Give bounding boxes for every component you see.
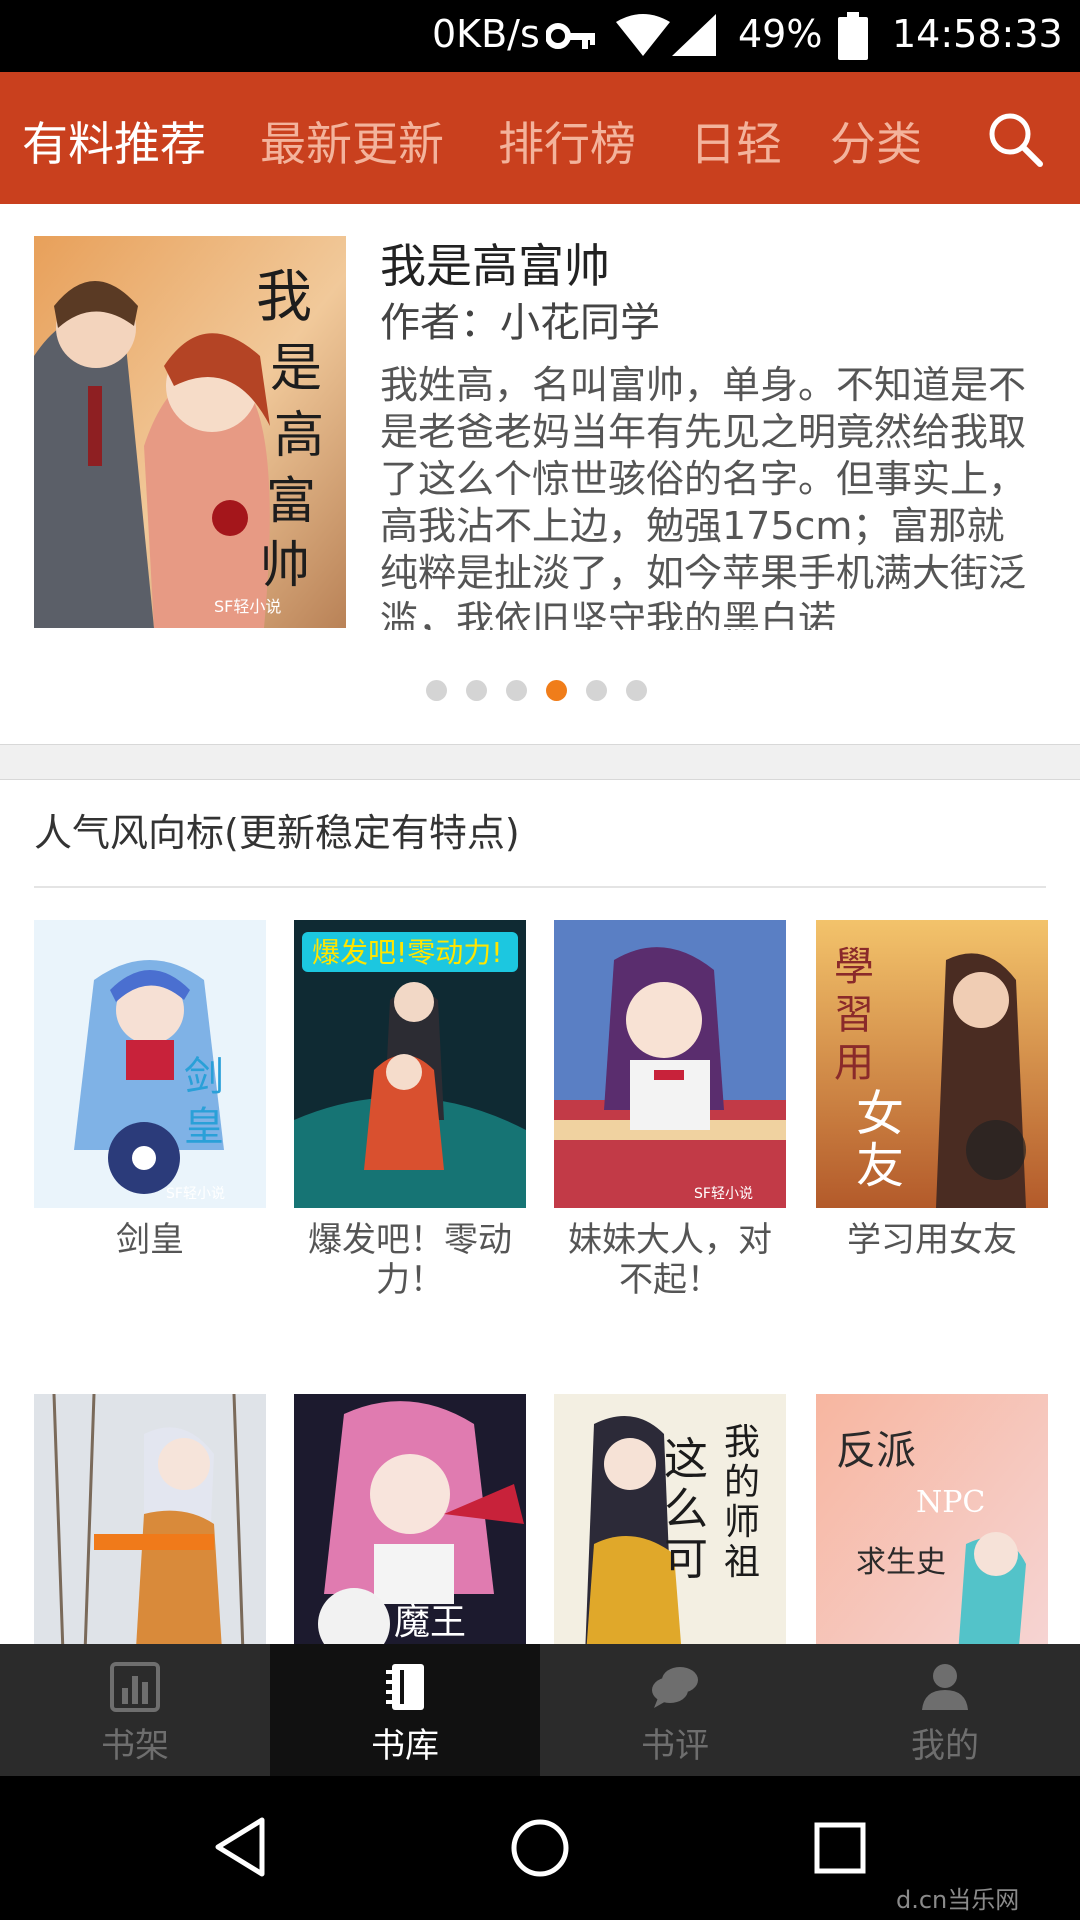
home-icon[interactable] bbox=[510, 1818, 570, 1878]
book-title[interactable]: 学习用女友 bbox=[816, 1220, 1048, 1260]
wifi-icon bbox=[616, 14, 670, 56]
svg-text:皇: 皇 bbox=[184, 1104, 224, 1150]
svg-text:我: 我 bbox=[256, 265, 312, 330]
tab-profile[interactable]: 我的 bbox=[810, 1644, 1080, 1776]
book-cover[interactable]: 反派 NPC 求生史 bbox=[816, 1394, 1048, 1644]
top-nav: 有料推荐 最新更新 排行榜 日轻 分类 bbox=[0, 72, 1080, 204]
svg-text:富: 富 bbox=[266, 472, 316, 530]
tab-label: 书评 bbox=[641, 1726, 709, 1766]
tab-label: 我的 bbox=[911, 1726, 979, 1766]
book-title[interactable]: 剑皇 bbox=[34, 1220, 266, 1260]
carousel-dot[interactable] bbox=[426, 680, 447, 701]
book-cover[interactable]: 學 習 用 女 友 bbox=[816, 920, 1048, 1208]
svg-text:學: 學 bbox=[834, 944, 874, 990]
section-title: 人气风向标(更新稳定有特点) bbox=[34, 811, 520, 855]
network-speed: 0KB/s bbox=[432, 12, 540, 56]
svg-text:SF轻小说: SF轻小说 bbox=[694, 1186, 753, 1202]
svg-text:魔王: 魔王 bbox=[394, 1602, 466, 1643]
svg-text:祖: 祖 bbox=[724, 1542, 760, 1583]
svg-text:習: 習 bbox=[834, 992, 874, 1038]
bottom-tab-bar: 书架 书库 书评 我的 bbox=[0, 1644, 1080, 1776]
featured-book-title[interactable]: 我是高富帅 bbox=[380, 230, 610, 296]
tab-categories[interactable]: 分类 bbox=[830, 108, 922, 174]
svg-text:SF轻小说: SF轻小说 bbox=[214, 597, 281, 616]
section-separator bbox=[0, 744, 1080, 780]
tab-library[interactable]: 书库 bbox=[270, 1644, 540, 1776]
svg-text:女: 女 bbox=[856, 1086, 904, 1142]
svg-text:反派: 反派 bbox=[836, 1428, 916, 1474]
svg-text:的: 的 bbox=[724, 1462, 760, 1503]
svg-text:可: 可 bbox=[664, 1534, 708, 1585]
svg-text:爆发吧!零动力!: 爆发吧!零动力! bbox=[312, 936, 502, 969]
svg-text:友: 友 bbox=[856, 1138, 904, 1194]
svg-text:么: 么 bbox=[664, 1484, 708, 1535]
battery-percentage: 49% bbox=[738, 12, 823, 56]
book-cover[interactable]: SF轻小说 bbox=[554, 920, 786, 1208]
svg-text:师: 师 bbox=[724, 1502, 760, 1543]
svg-text:是: 是 bbox=[270, 339, 322, 399]
bar-chart-icon bbox=[110, 1662, 160, 1712]
svg-text:SF轻小说: SF轻小说 bbox=[166, 1186, 225, 1202]
svg-text:用: 用 bbox=[834, 1040, 874, 1086]
carousel-dot-active[interactable] bbox=[546, 680, 567, 701]
svg-text:求生史: 求生史 bbox=[856, 1545, 946, 1580]
divider bbox=[34, 886, 1046, 888]
book-cover[interactable] bbox=[34, 1394, 266, 1644]
recents-icon[interactable] bbox=[814, 1822, 866, 1874]
svg-text:帅: 帅 bbox=[260, 536, 310, 594]
back-icon[interactable] bbox=[212, 1816, 266, 1878]
tab-recommended[interactable]: 有料推荐 bbox=[22, 108, 206, 174]
tab-rankings[interactable]: 排行榜 bbox=[498, 108, 636, 174]
vpn-key-icon bbox=[546, 23, 595, 49]
notebook-icon bbox=[386, 1664, 424, 1710]
svg-text:NPC: NPC bbox=[916, 1485, 985, 1520]
book-cover[interactable]: 这 么 可 我 的 师 祖 bbox=[554, 1394, 786, 1644]
chat-bubble-icon bbox=[652, 1667, 698, 1708]
featured-carousel[interactable]: 我 是 高 富 帅 SF轻小说 我是高富帅 作者：小花同学 我姓高，名叫富帅，单… bbox=[0, 204, 1080, 744]
carousel-dot[interactable] bbox=[626, 680, 647, 701]
tab-reviews[interactable]: 书评 bbox=[540, 1644, 810, 1776]
tab-bookshelf[interactable]: 书架 bbox=[0, 1644, 270, 1776]
carousel-dot[interactable] bbox=[586, 680, 607, 701]
carousel-dot[interactable] bbox=[466, 680, 487, 701]
person-icon bbox=[922, 1664, 968, 1710]
carousel-dot[interactable] bbox=[506, 680, 527, 701]
svg-text:我: 我 bbox=[724, 1422, 760, 1463]
tab-label: 书库 bbox=[371, 1726, 439, 1766]
watermark: d.cn当乐网 bbox=[896, 1886, 1020, 1914]
book-cover[interactable]: 魔王 bbox=[294, 1394, 526, 1644]
tab-japanese-light-novels[interactable]: 日轻 bbox=[690, 108, 782, 174]
svg-text:高: 高 bbox=[274, 406, 324, 464]
book-cover[interactable]: 剑 皇 SF轻小说 bbox=[34, 920, 266, 1208]
book-title[interactable]: 爆发吧！零动力！ bbox=[294, 1220, 526, 1300]
featured-book-author: 作者：小花同学 bbox=[380, 300, 660, 346]
status-bar: 0KB/s 49% 14:58:33 bbox=[0, 0, 1080, 72]
svg-text:剑: 剑 bbox=[184, 1054, 224, 1100]
clock: 14:58:33 bbox=[892, 12, 1063, 56]
tab-latest-updates[interactable]: 最新更新 bbox=[260, 108, 444, 174]
signal-icon bbox=[672, 14, 716, 56]
book-title[interactable]: 妹妹大人，对不起！ bbox=[554, 1220, 786, 1300]
search-icon[interactable] bbox=[986, 110, 1044, 168]
tab-label: 书架 bbox=[101, 1726, 169, 1766]
svg-text:这: 这 bbox=[664, 1434, 708, 1485]
featured-book-cover[interactable]: 我 是 高 富 帅 SF轻小说 bbox=[34, 236, 346, 628]
book-cover[interactable]: 爆发吧!零动力! bbox=[294, 920, 526, 1208]
featured-book-description: 我姓高，名叫富帅，单身。不知道是不是老爸老妈当年有先见之明竟然给我取了这么个惊世… bbox=[380, 363, 1027, 630]
battery-icon bbox=[838, 12, 868, 60]
